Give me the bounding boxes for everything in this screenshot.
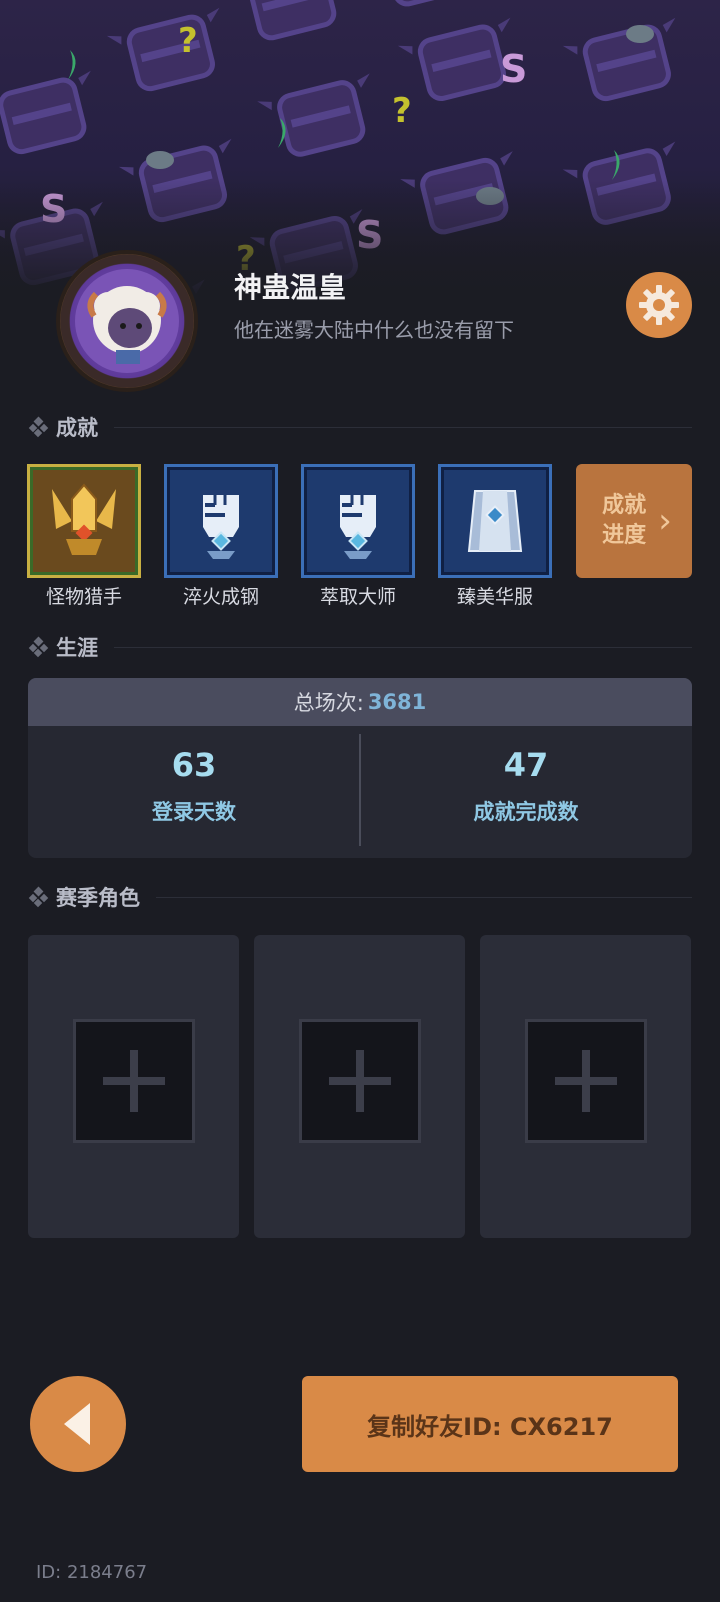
svg-text:?: ? (178, 21, 198, 61)
plus-icon (555, 1050, 617, 1112)
career-card: 总场次: 3681 63 登录天数 47 成就完成数 (28, 678, 692, 858)
svg-text:?: ? (392, 91, 412, 131)
career-header: 生涯 (28, 630, 692, 664)
stat-divider (359, 734, 361, 846)
season-roles-header: 赛季角色 (28, 880, 692, 914)
season-role-slot[interactable] (480, 935, 691, 1238)
diamond-bullet-icon (28, 636, 49, 658)
section-title-career: 生涯 (56, 636, 98, 660)
plus-icon (103, 1050, 165, 1112)
stat-label: 登录天数 (152, 800, 236, 824)
add-role-box[interactable] (299, 1019, 421, 1143)
total-matches: 总场次: 3681 (28, 678, 692, 726)
section-title-season-roles: 赛季角色 (56, 886, 140, 910)
achievement-badge (301, 464, 415, 578)
diamond-bullet-icon (28, 416, 49, 438)
achievement-item[interactable]: 萃取大师 (300, 464, 416, 609)
achievement-progress-label: 成就 进度 (602, 493, 647, 548)
career-stats: 63 登录天数 47 成就完成数 (28, 726, 692, 858)
fist-icon (203, 495, 239, 559)
settings-button[interactable] (626, 272, 692, 338)
add-role-box[interactable] (73, 1019, 195, 1143)
sheep-avatar-icon (75, 269, 179, 373)
stat-value: 63 (171, 746, 217, 784)
total-matches-value: 3681 (367, 690, 427, 714)
cloak-icon (467, 490, 523, 552)
user-id: ID: 2184767 (36, 1562, 148, 1583)
avatar[interactable] (56, 250, 198, 392)
stat-label: 成就完成数 (473, 800, 579, 824)
divider (114, 426, 692, 428)
achievements-header: 成就 (28, 410, 692, 444)
divider (114, 646, 692, 648)
gear-icon (639, 285, 679, 325)
achievement-badge (164, 464, 278, 578)
achievement-label: 萃取大师 (319, 586, 396, 608)
chevron-right-icon: › (658, 501, 672, 541)
stat-achievements-completed: 47 成就完成数 (360, 726, 692, 858)
achievement-progress-button[interactable]: 成就 进度 › (576, 464, 692, 578)
total-matches-label: 总场次: (293, 691, 364, 715)
stat-login-days: 63 登录天数 (28, 726, 360, 858)
achievement-label: 臻美华服 (456, 586, 533, 608)
svg-text:S: S (500, 47, 527, 91)
season-role-slot[interactable] (254, 935, 465, 1238)
add-role-box[interactable] (525, 1019, 647, 1143)
player-name: 神蛊温皇 (234, 271, 347, 304)
achievement-label: 怪物猎手 (45, 586, 122, 608)
copy-friend-id-button[interactable]: 复制好友ID: CX6217 (302, 1376, 678, 1472)
diamond-bullet-icon (28, 886, 49, 908)
achievement-item[interactable]: 淬火成钢 (163, 464, 279, 609)
stat-value: 47 (503, 746, 549, 784)
player-motto: 他在迷雾大陆中什么也没有留下 (234, 318, 514, 342)
achievement-item[interactable]: 怪物猎手 (26, 464, 142, 609)
fist-icon (340, 495, 376, 559)
achievement-badge (438, 464, 552, 578)
divider (156, 896, 692, 898)
achievement-label: 淬火成钢 (182, 586, 259, 608)
golden-sword-icon (52, 483, 116, 555)
achievement-badge (27, 464, 141, 578)
back-button[interactable] (30, 1376, 126, 1472)
achievement-item[interactable]: 臻美华服 (437, 464, 553, 609)
back-arrow-icon (64, 1403, 90, 1445)
season-role-slot[interactable] (28, 935, 239, 1238)
plus-icon (329, 1050, 391, 1112)
section-title-achievements: 成就 (56, 416, 98, 440)
